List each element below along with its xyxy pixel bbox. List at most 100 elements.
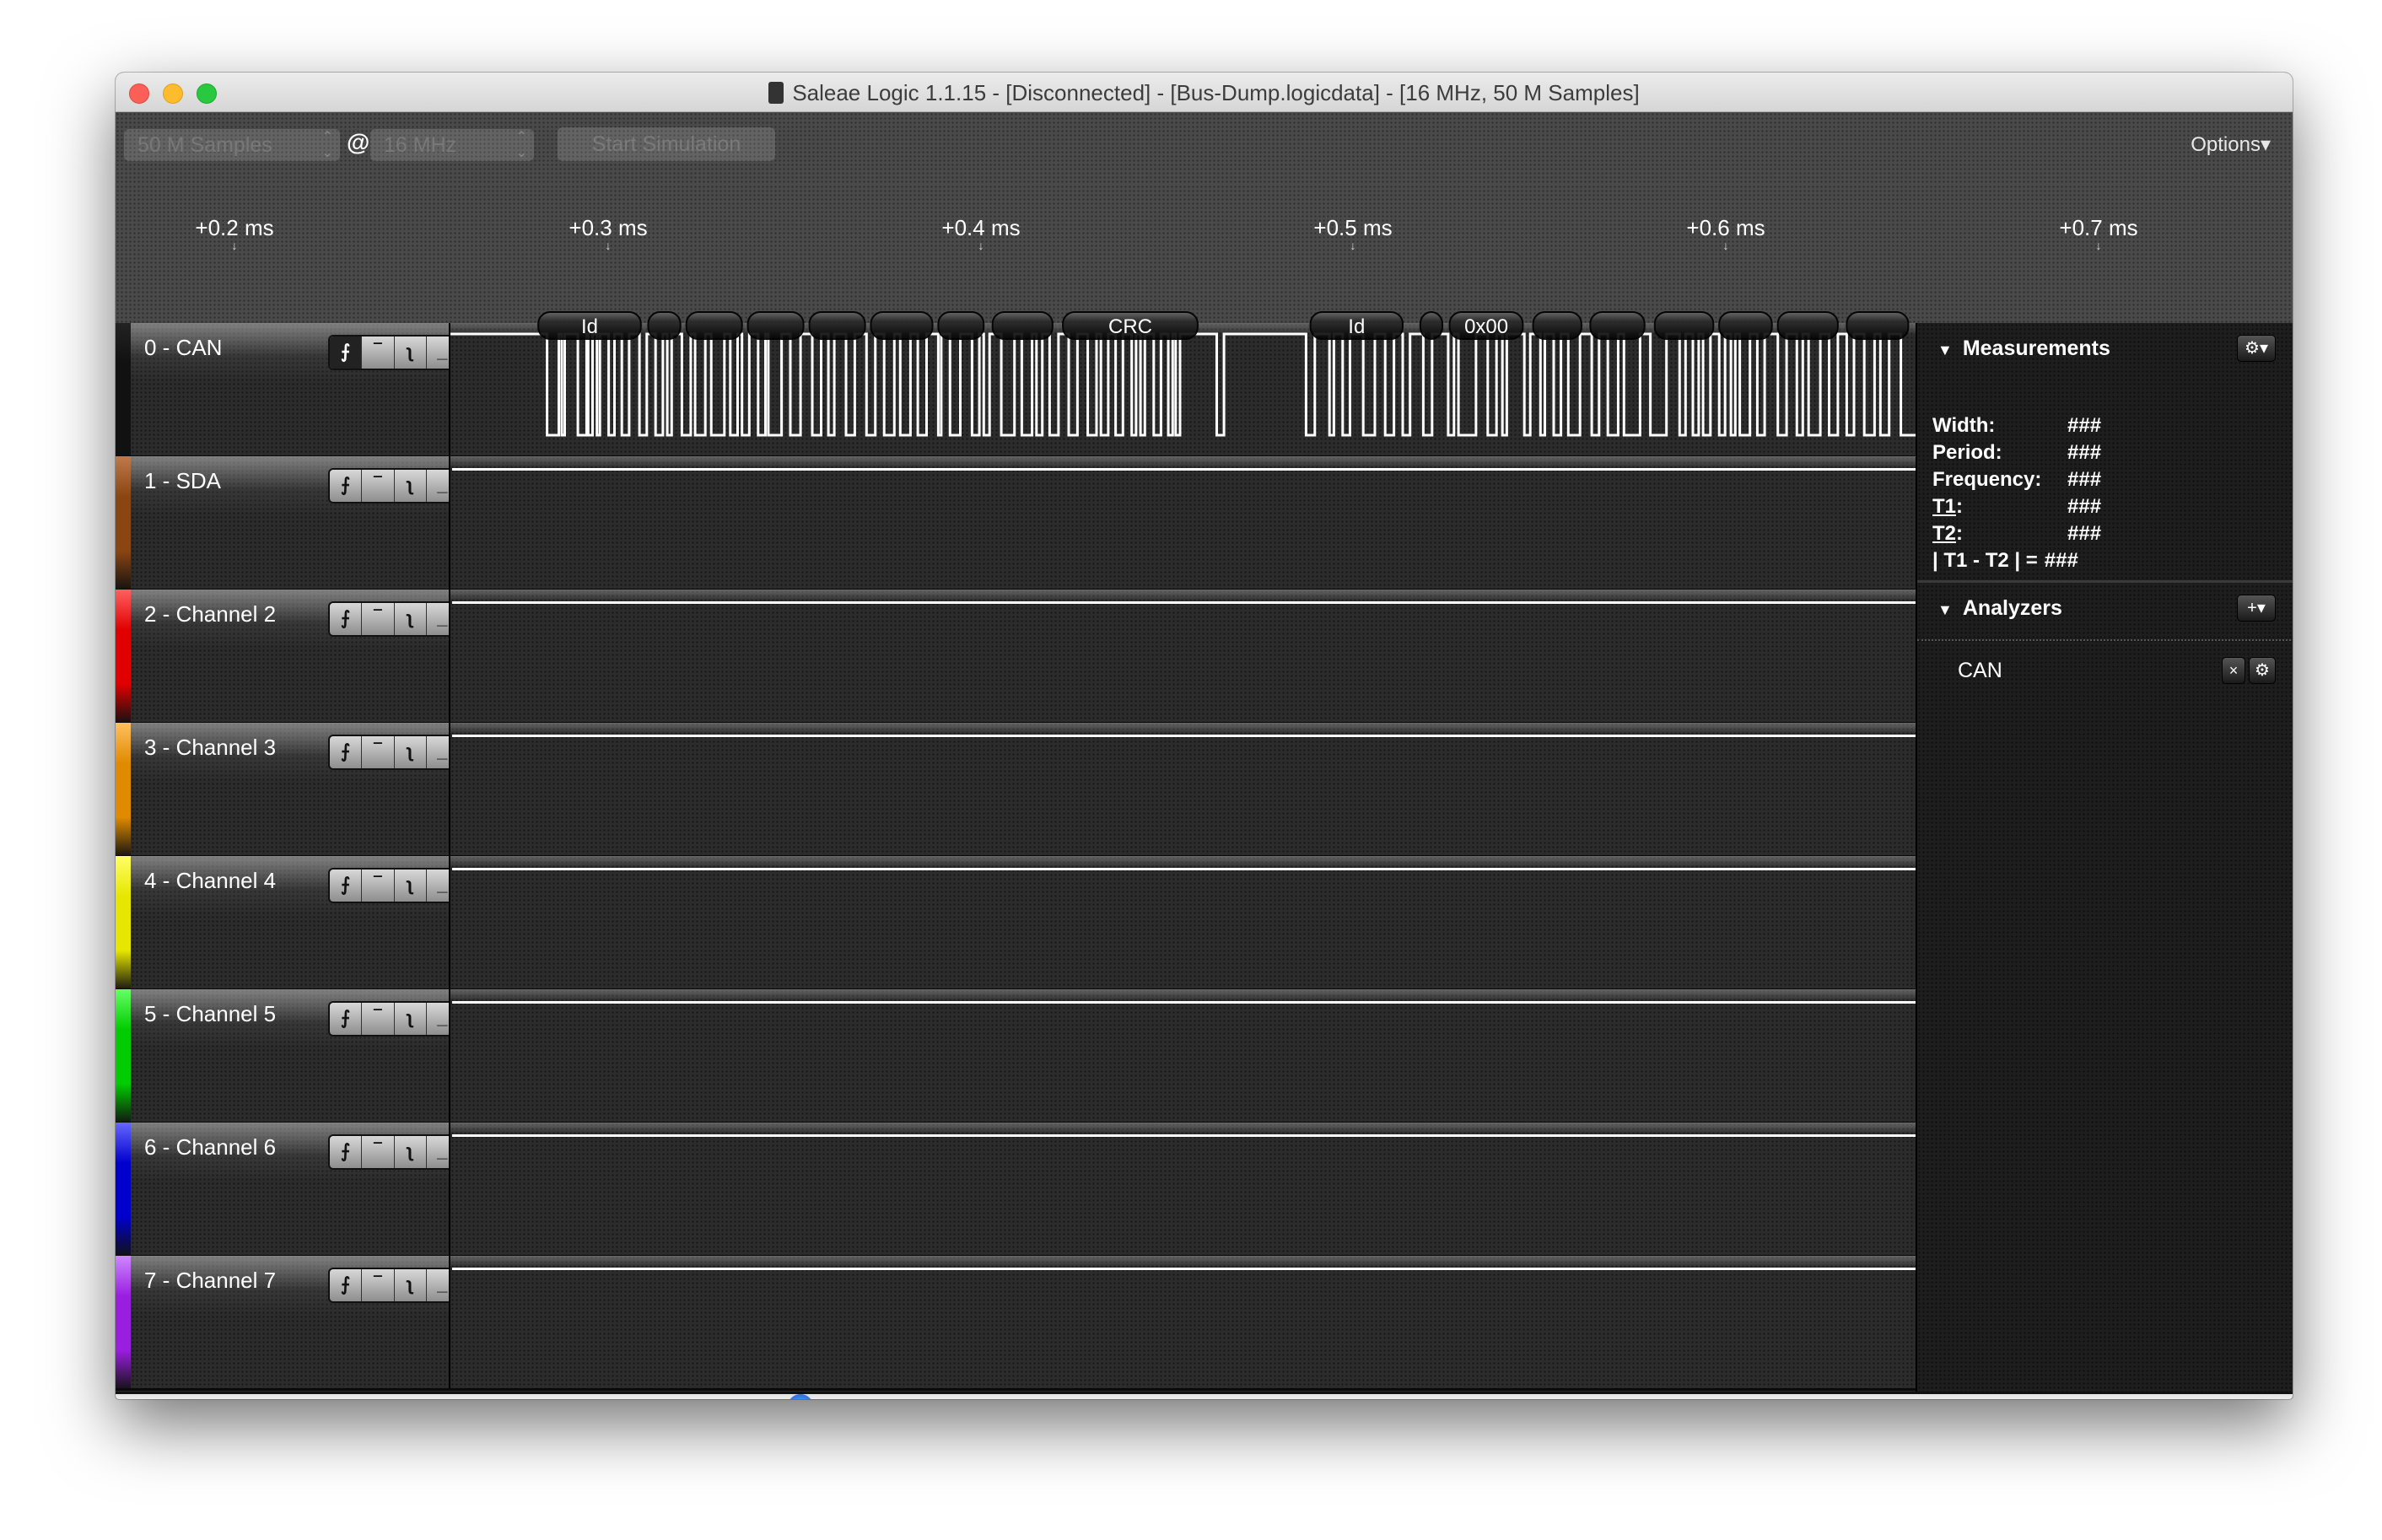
channel-row: 2 - Channel 2 ⨍ ‾ ʅ _: [116, 590, 1917, 724]
measurements-settings-button[interactable]: ⚙▾: [2237, 335, 2276, 362]
trigger-high-level-icon[interactable]: ‾: [362, 870, 395, 902]
waveform-line: [452, 601, 1917, 604]
can-waveform: [450, 332, 1916, 437]
waveform-line: [452, 735, 1917, 737]
time-tick: +0.7 ms ↓: [2059, 215, 2138, 252]
time-tick: +0.3 ms ↓: [569, 215, 648, 252]
can-frame-bubble[interactable]: [870, 311, 934, 340]
analyzer-settings-button[interactable]: ⚙: [2249, 657, 2276, 684]
tick-arrow-icon: ↓: [2095, 239, 2102, 252]
channel-waveform-area[interactable]: [449, 723, 1917, 858]
trigger-rising-edge-icon[interactable]: ⨍: [330, 1269, 363, 1301]
can-frame-bubble[interactable]: [1653, 311, 1715, 340]
channel-name[interactable]: 7 - Channel 7: [144, 1268, 276, 1294]
channel-label-panel[interactable]: 3 - Channel 3 ⨍ ‾ ʅ _: [131, 723, 460, 858]
can-frame-bubble[interactable]: [1776, 311, 1839, 340]
trigger-button-group: ⨍ ‾ ʅ _: [328, 1268, 460, 1303]
channel-label-panel[interactable]: 4 - Channel 4 ⨍ ‾ ʅ _: [131, 856, 460, 991]
tick-arrow-icon: ↓: [1722, 239, 1729, 252]
time-tick: +0.5 ms ↓: [1313, 215, 1393, 252]
measurement-row: | T1 - T2 | = ###: [1932, 549, 2078, 573]
channel-waveform-area[interactable]: [449, 989, 1917, 1124]
channel-label-panel[interactable]: 5 - Channel 5 ⨍ ‾ ʅ _: [131, 989, 460, 1124]
channel-waveform-area[interactable]: [449, 856, 1917, 991]
can-frame-bubble[interactable]: [1846, 311, 1910, 340]
trigger-falling-edge-icon[interactable]: ʅ: [395, 1136, 427, 1168]
trigger-falling-edge-icon[interactable]: ʅ: [395, 1269, 427, 1301]
can-frame-bubble[interactable]: [808, 311, 866, 340]
can-frame-bubble[interactable]: [746, 311, 805, 340]
channel-label-panel[interactable]: 2 - Channel 2 ⨍ ‾ ʅ _: [131, 590, 460, 724]
trigger-high-level-icon[interactable]: ‾: [362, 736, 395, 768]
channel-waveform-area[interactable]: [449, 590, 1917, 724]
channel-color-bar: [116, 1256, 131, 1391]
measurement-key: Frequency:: [1932, 468, 2042, 491]
trigger-falling-edge-icon[interactable]: ʅ: [395, 603, 427, 635]
tick-arrow-icon: ↓: [978, 239, 984, 252]
channel-name[interactable]: 4 - Channel 4: [144, 868, 276, 894]
options-menu-button[interactable]: Options▾: [2191, 132, 2271, 157]
trigger-falling-edge-icon[interactable]: ʅ: [395, 337, 427, 369]
time-tick: +0.4 ms ↓: [941, 215, 1021, 252]
trigger-high-level-icon[interactable]: ‾: [362, 1136, 395, 1168]
measurement-row: Width: ###: [1932, 414, 2101, 438]
sample-count-select[interactable]: 50 M Samples ⌃ ⌄: [124, 129, 340, 161]
measurements-header[interactable]: ▼ Measurements: [1937, 337, 2110, 361]
sample-rate-select[interactable]: 16 MHz ⌃ ⌄: [370, 129, 534, 161]
dotted-divider: [1917, 639, 2293, 641]
can-frame-bubble[interactable]: [685, 311, 743, 340]
can-frame-bubble[interactable]: [1718, 311, 1773, 340]
trigger-high-level-icon[interactable]: ‾: [362, 1269, 395, 1301]
trigger-falling-edge-icon[interactable]: ʅ: [395, 470, 427, 502]
channel-waveform-area[interactable]: [449, 456, 1917, 591]
add-analyzer-button[interactable]: +▾: [2237, 595, 2276, 622]
can-frame-bubble[interactable]: [1419, 311, 1444, 340]
trigger-high-level-icon[interactable]: ‾: [362, 470, 395, 502]
waveform-line: [452, 468, 1917, 471]
trigger-rising-edge-icon[interactable]: ⨍: [330, 1136, 363, 1168]
horizontal-scrollbar[interactable]: ◀ ▶: [116, 1392, 2293, 1399]
channel-label-panel[interactable]: 6 - Channel 6 ⨍ ‾ ʅ _: [131, 1123, 460, 1257]
analyzer-item-can[interactable]: CAN: [1958, 659, 2002, 683]
app-window: Saleae Logic 1.1.15 - [Disconnected] - […: [116, 73, 2293, 1399]
can-frame-bubble[interactable]: [991, 311, 1054, 340]
can-frame-bubble[interactable]: [647, 311, 682, 340]
channel-row: 4 - Channel 4 ⨍ ‾ ʅ _: [116, 856, 1917, 991]
scroll-right-icon[interactable]: ▶: [2276, 1397, 2288, 1399]
channel-name[interactable]: 0 - CAN: [144, 335, 222, 361]
window-title: Saleae Logic 1.1.15 - [Disconnected] - […: [116, 80, 2293, 106]
channel-name[interactable]: 1 - SDA: [144, 468, 221, 494]
collapse-triangle-icon: ▼: [1937, 342, 1953, 358]
trigger-rising-edge-icon[interactable]: ⨍: [330, 337, 363, 369]
channel-label-panel[interactable]: 1 - SDA ⨍ ‾ ʅ _: [131, 456, 460, 591]
trigger-falling-edge-icon[interactable]: ʅ: [395, 870, 427, 902]
can-frame-bubble[interactable]: [1532, 311, 1582, 340]
trigger-rising-edge-icon[interactable]: ⨍: [330, 736, 363, 768]
channel-label-panel[interactable]: 7 - Channel 7 ⨍ ‾ ʅ _: [131, 1256, 460, 1391]
trigger-rising-edge-icon[interactable]: ⨍: [330, 470, 363, 502]
channel-name[interactable]: 6 - Channel 6: [144, 1134, 276, 1160]
trigger-rising-edge-icon[interactable]: ⨍: [330, 603, 363, 635]
channel-name[interactable]: 5 - Channel 5: [144, 1001, 276, 1027]
trigger-falling-edge-icon[interactable]: ʅ: [395, 1003, 427, 1035]
channel-top-shade: [450, 1123, 1916, 1134]
trigger-falling-edge-icon[interactable]: ʅ: [395, 736, 427, 768]
start-simulation-button[interactable]: Start Simulation: [558, 127, 775, 161]
remove-analyzer-button[interactable]: ×: [2222, 657, 2245, 684]
channel-waveform-area[interactable]: [449, 1256, 1917, 1391]
can-frame-bubble[interactable]: [1589, 311, 1646, 340]
scroll-left-icon[interactable]: ◀: [122, 1397, 134, 1399]
trigger-high-level-icon[interactable]: ‾: [362, 1003, 395, 1035]
channel-name[interactable]: 3 - Channel 3: [144, 735, 276, 761]
channel-label-panel[interactable]: 0 - CAN ⨍ ‾ ʅ _: [131, 323, 460, 458]
trigger-rising-edge-icon[interactable]: ⨍: [330, 1003, 363, 1035]
can-frame-bubble[interactable]: [937, 311, 985, 340]
trigger-high-level-icon[interactable]: ‾: [362, 603, 395, 635]
channel-name[interactable]: 2 - Channel 2: [144, 601, 276, 627]
scroll-thumb[interactable]: [787, 1394, 813, 1399]
trigger-rising-edge-icon[interactable]: ⨍: [330, 870, 363, 902]
sample-count-value: 50 M Samples: [137, 133, 272, 157]
trigger-high-level-icon[interactable]: ‾: [362, 337, 395, 369]
analyzers-header[interactable]: ▼ Analyzers: [1937, 596, 2062, 621]
channel-waveform-area[interactable]: [449, 1123, 1917, 1257]
